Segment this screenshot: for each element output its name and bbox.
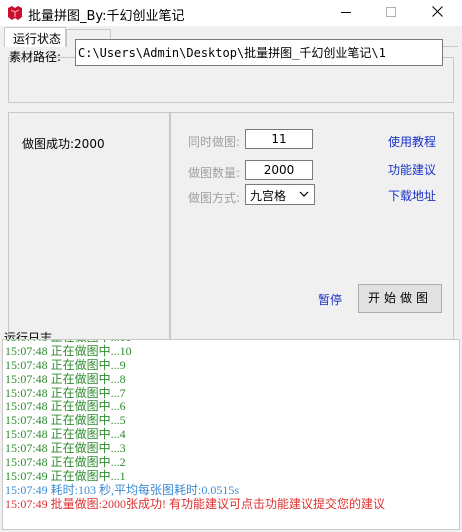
suggest-link[interactable]: 功能建议 xyxy=(388,161,436,178)
log-line: 15:07:48 正在做图中...2 xyxy=(5,455,126,470)
window-title: 批量拼图_By:千幻创业笔记 xyxy=(28,9,185,24)
start-button[interactable]: 开始做图 xyxy=(358,284,442,313)
concurrent-label: 同时做图: xyxy=(188,135,241,149)
chevron-down-icon[interactable] xyxy=(299,188,309,202)
count-label: 做图数量: xyxy=(188,166,241,180)
log-lines: 15:07:48 正在做图中...1115:07:48 正在做图中...1015… xyxy=(5,340,459,512)
maximize-button[interactable] xyxy=(368,0,414,26)
log-area[interactable]: 15:07:48 正在做图中...1115:07:48 正在做图中...1015… xyxy=(2,339,460,530)
count-input[interactable]: 2000 xyxy=(245,160,313,180)
maximize-icon xyxy=(386,6,396,20)
mode-value: 九宫格 xyxy=(250,189,287,203)
app-icon xyxy=(6,5,24,21)
concurrent-input[interactable]: 11 xyxy=(245,129,313,149)
mode-label: 做图方式: xyxy=(188,191,241,205)
path-label: 素材路径: xyxy=(9,50,62,64)
tab-run-status[interactable]: 运行状态 xyxy=(4,27,66,47)
close-icon xyxy=(431,6,443,20)
log-line: 15:07:48 正在做图中...9 xyxy=(5,357,126,372)
title-bar: 批量拼图_By:千幻创业笔记 xyxy=(0,0,462,26)
log-line: 15:07:48 正在做图中...8 xyxy=(5,371,126,386)
download-link[interactable]: 下载地址 xyxy=(388,187,436,204)
tutorial-link[interactable]: 使用教程 xyxy=(388,133,436,150)
log-line: 15:07:48 正在做图中...3 xyxy=(5,441,126,456)
success-count: 做图成功:2000 xyxy=(22,137,105,151)
log-line: 15:07:49 正在做图中...1 xyxy=(5,468,126,483)
log-line: 15:07:48 正在做图中...10 xyxy=(5,343,132,358)
log-line: 15:07:49 耗时:103 秒,平均每张图耗时:0.0515s xyxy=(5,482,240,497)
path-input[interactable]: C:\Users\Admin\Desktop\批量拼图_千幻创业笔记\1 xyxy=(75,39,443,66)
pause-link[interactable]: 暂停 xyxy=(318,291,342,308)
close-button[interactable] xyxy=(414,0,460,26)
minimize-button[interactable] xyxy=(323,0,369,26)
log-line: 15:07:49 批量做图:2000张成功! 有功能建议可点击功能建议提交您的建… xyxy=(5,496,386,511)
minimize-icon xyxy=(341,6,351,20)
